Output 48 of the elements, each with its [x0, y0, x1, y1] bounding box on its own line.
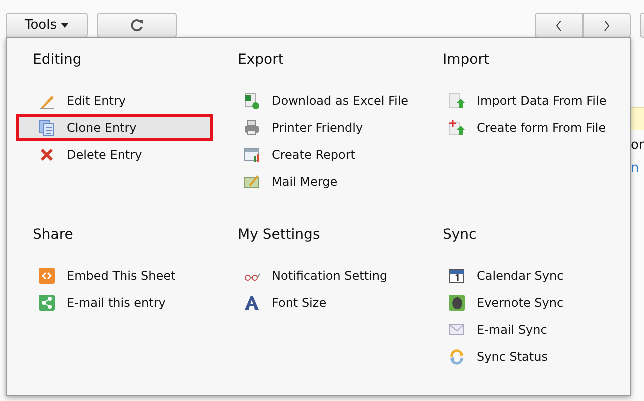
- section-heading: Import: [443, 52, 490, 68]
- refresh-icon: [130, 18, 144, 32]
- report-icon: [244, 146, 260, 162]
- section-heading: My Settings: [238, 227, 322, 243]
- calendar-icon: [449, 268, 465, 284]
- documents-icon: [39, 120, 55, 136]
- section-heading: Export: [238, 52, 285, 68]
- section-heading: Share: [33, 227, 74, 243]
- menu-item[interactable]: Mail Merge: [221, 168, 418, 195]
- sync-icon: [449, 348, 465, 364]
- menu-item[interactable]: Import Data From File: [426, 87, 623, 114]
- cross-icon: [39, 146, 55, 162]
- highlighted-row: [631, 107, 644, 130]
- menu-item[interactable]: Notification Setting: [221, 262, 418, 289]
- menu-item[interactable]: Font Size: [221, 289, 418, 316]
- table-link[interactable]: n: [631, 161, 644, 176]
- menu-item[interactable]: Edit Entry: [16, 87, 213, 114]
- table-text: or: [631, 138, 644, 153]
- chevron-right-icon: [604, 20, 610, 30]
- menu-item[interactable]: Embed This Sheet: [16, 262, 213, 289]
- section-heading: Sync: [443, 227, 478, 243]
- caret-icon: [61, 23, 70, 28]
- envelope-pencil-icon: [244, 174, 260, 190]
- letter-icon: [244, 294, 260, 310]
- menu-item[interactable]: Sync Status: [426, 343, 623, 370]
- new-file-icon: [449, 120, 465, 136]
- share-icon: [39, 294, 55, 310]
- menu-item[interactable]: Download as Excel File: [221, 87, 418, 114]
- menu-item[interactable]: E-mail Sync: [426, 316, 623, 343]
- menu-item[interactable]: E-mail this entry: [16, 289, 213, 316]
- previous-button[interactable]: [535, 13, 583, 38]
- menu-item[interactable]: Delete Entry: [16, 141, 213, 168]
- menu-item[interactable]: Clone Entry: [16, 114, 213, 141]
- chevron-left-icon: [556, 20, 562, 30]
- refresh-button[interactable]: [97, 13, 177, 38]
- next-button[interactable]: [583, 13, 631, 38]
- menu-item[interactable]: Evernote Sync: [426, 289, 623, 316]
- menu-item[interactable]: Create form From File: [426, 114, 623, 141]
- menu-item[interactable]: Calendar Sync: [426, 262, 623, 289]
- import-file-icon: [449, 92, 465, 108]
- printer-icon: [244, 120, 260, 136]
- code-icon: [39, 268, 55, 284]
- spreadsheet-download-icon: [244, 92, 260, 108]
- menu-item[interactable]: Printer Friendly: [221, 114, 418, 141]
- tools-button[interactable]: Tools: [6, 13, 88, 38]
- menu-item[interactable]: Create Report: [221, 141, 418, 168]
- envelope-icon: [449, 322, 465, 338]
- section-heading: Editing: [33, 52, 83, 68]
